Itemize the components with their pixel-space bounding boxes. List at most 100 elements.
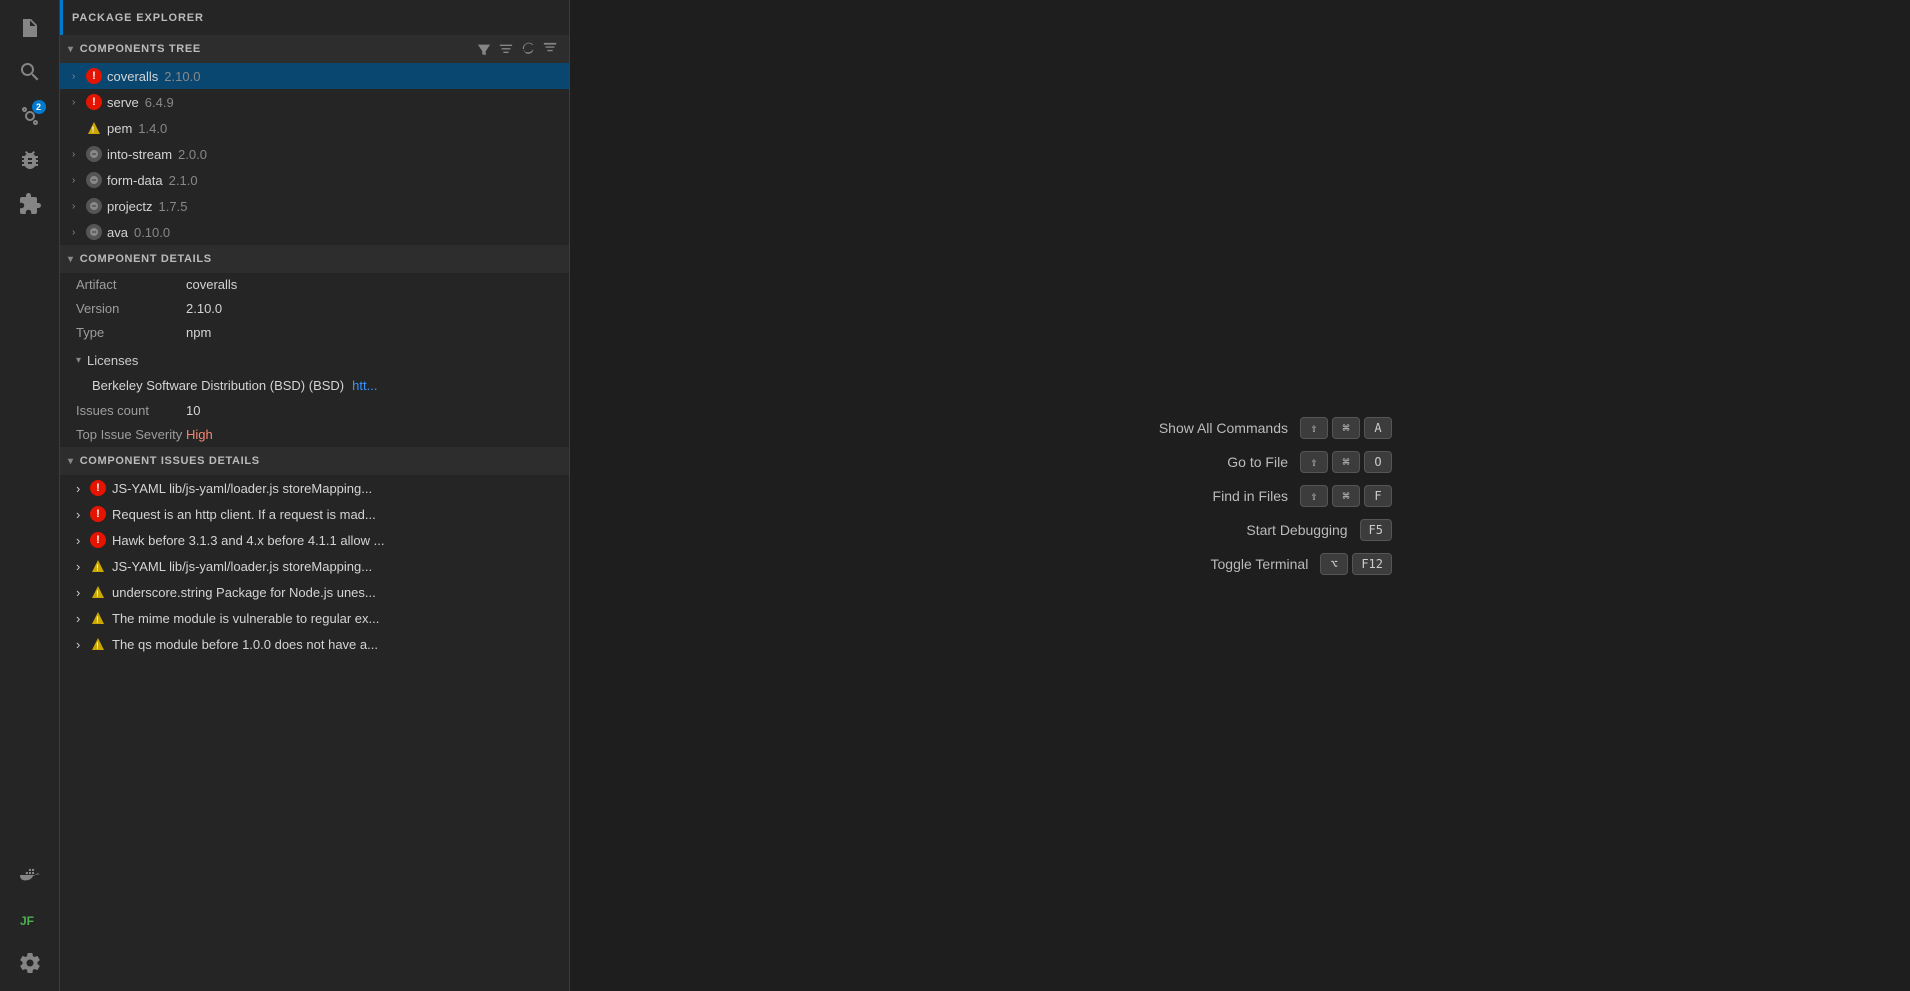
tree-item-name: projectz	[107, 199, 153, 214]
kbd-alt: ⌥	[1320, 553, 1348, 575]
activity-bar: 2 JF	[0, 0, 60, 991]
artifact-value: coveralls	[186, 277, 237, 292]
issue-text: JS-YAML lib/js-yaml/loader.js storeMappi…	[112, 559, 372, 574]
issue-item-6[interactable]: › ! The mime module is vulnerable to reg…	[60, 605, 569, 631]
main-area: Show All Commands ⇧ ⌘ A Go to File ⇧ ⌘ O…	[570, 0, 1910, 991]
chevron-right-icon: ›	[72, 97, 86, 108]
tree-item-into-stream[interactable]: › into-stream 2.0.0	[60, 141, 569, 167]
source-control-icon[interactable]: 2	[10, 96, 50, 136]
licenses-header[interactable]: ▾ Licenses	[60, 347, 569, 373]
version-value: 2.10.0	[186, 301, 222, 316]
files-icon[interactable]	[10, 8, 50, 48]
chevron-right-icon: ›	[72, 175, 86, 186]
extensions-icon[interactable]	[10, 184, 50, 224]
kbd-o: O	[1364, 451, 1392, 473]
tree-item-form-data[interactable]: › form-data 2.1.0	[60, 167, 569, 193]
components-tree-label: COMPONENTS TREE	[80, 43, 201, 55]
settings-icon[interactable]	[10, 943, 50, 983]
tree-item-version: 0.10.0	[134, 225, 170, 240]
svg-text:JF: JF	[20, 914, 34, 928]
issues-count-label: Issues count	[76, 403, 186, 418]
chevron-down-icon: ▾	[68, 456, 74, 467]
command-palette: Show All Commands ⇧ ⌘ A Go to File ⇧ ⌘ O…	[1088, 417, 1392, 575]
tree-item-ava[interactable]: › ava 0.10.0	[60, 219, 569, 245]
component-details-header[interactable]: ▾ COMPONENT DETAILS	[60, 245, 569, 273]
tree-item-version: 2.0.0	[178, 147, 207, 162]
tree-item-version: 2.10.0	[164, 69, 200, 84]
tree-item-name: serve	[107, 95, 139, 110]
neutral-icon	[86, 198, 102, 214]
component-issues-header[interactable]: ▾ COMPONENT ISSUES DETAILS	[60, 447, 569, 475]
kbd-group-1: ⇧ ⌘ A	[1300, 417, 1392, 439]
error-icon: !	[90, 506, 106, 522]
licenses-label: Licenses	[87, 353, 138, 368]
panel-header: PACKAGE EXPLORER	[60, 0, 569, 35]
neutral-icon	[86, 224, 102, 240]
tree-item-name: ava	[107, 225, 128, 240]
jfrog-icon[interactable]: JF	[10, 899, 50, 939]
collapse-action-btn[interactable]	[539, 40, 561, 58]
version-label: Version	[76, 301, 186, 316]
kbd-f5: F5	[1360, 519, 1392, 541]
command-row-3: Find in Files ⇧ ⌘ F	[1088, 485, 1392, 507]
tree-item-name: pem	[107, 121, 132, 136]
type-value: npm	[186, 325, 211, 340]
issue-text: Hawk before 3.1.3 and 4.x before 4.1.1 a…	[112, 533, 384, 548]
license-name: Berkeley Software Distribution (BSD) (BS…	[92, 378, 344, 393]
chevron-icon: ›	[76, 585, 90, 600]
chevron-right-icon: ›	[72, 227, 86, 238]
kbd-shift: ⇧	[1300, 417, 1328, 439]
chevron-icon: ›	[76, 611, 90, 626]
filter-action-btn[interactable]	[473, 40, 495, 58]
component-issues-label: COMPONENT ISSUES DETAILS	[80, 455, 260, 467]
warning-icon: !	[90, 558, 106, 574]
chevron-icon: ›	[76, 533, 90, 548]
error-icon: !	[90, 532, 106, 548]
source-control-badge: 2	[32, 100, 46, 114]
svg-text:!: !	[96, 642, 99, 651]
artifact-label: Artifact	[76, 277, 186, 292]
kbd-shift: ⇧	[1300, 485, 1328, 507]
issue-item-3[interactable]: › ! Hawk before 3.1.3 and 4.x before 4.1…	[60, 527, 569, 553]
tree-item-serve[interactable]: › ! serve 6.4.9	[60, 89, 569, 115]
chevron-icon: ›	[76, 559, 90, 574]
warning-icon: !	[90, 636, 106, 652]
kbd-a: A	[1364, 417, 1392, 439]
search-icon[interactable]	[10, 52, 50, 92]
components-tree-header[interactable]: ▾ COMPONENTS TREE	[60, 35, 569, 63]
kbd-cmd: ⌘	[1332, 485, 1360, 507]
command-label-1: Show All Commands	[1088, 420, 1288, 436]
tree-item-pem[interactable]: ! pem 1.4.0	[60, 115, 569, 141]
issue-item-4[interactable]: › ! JS-YAML lib/js-yaml/loader.js storeM…	[60, 553, 569, 579]
detail-row-top-issue: Top Issue Severity High	[60, 423, 569, 447]
chevron-down-icon: ▾	[68, 254, 74, 265]
tree-container[interactable]: ▾ COMPONENTS TREE › ! coveralls 2.10.0	[60, 35, 569, 991]
detail-row-type: Type npm	[60, 321, 569, 345]
issue-text: The mime module is vulnerable to regular…	[112, 611, 379, 626]
sidebar: PACKAGE EXPLORER ▾ COMPONENTS TREE ›	[60, 0, 570, 991]
chevron-right-icon: ›	[72, 71, 86, 82]
docker-icon[interactable]	[10, 855, 50, 895]
chevron-right-icon: ›	[72, 201, 86, 212]
issue-item-2[interactable]: › ! Request is an http client. If a requ…	[60, 501, 569, 527]
detail-row-issues-count: Issues count 10	[60, 399, 569, 423]
tree-item-version: 1.7.5	[159, 199, 188, 214]
tree-item-coveralls[interactable]: › ! coveralls 2.10.0	[60, 63, 569, 89]
kbd-group-3: ⇧ ⌘ F	[1300, 485, 1392, 507]
kbd-group-5: ⌥ F12	[1320, 553, 1392, 575]
sort-action-btn[interactable]	[495, 40, 517, 58]
refresh-action-btn[interactable]	[517, 40, 539, 58]
issue-item-5[interactable]: › ! underscore.string Package for Node.j…	[60, 579, 569, 605]
debug-icon[interactable]	[10, 140, 50, 180]
chevron-icon: ›	[76, 637, 90, 652]
neutral-icon	[86, 172, 102, 188]
license-link[interactable]: htt...	[352, 378, 377, 393]
chevron-down-icon: ▾	[68, 44, 74, 55]
error-icon: !	[86, 68, 102, 84]
issue-item-1[interactable]: › ! JS-YAML lib/js-yaml/loader.js storeM…	[60, 475, 569, 501]
kbd-f: F	[1364, 485, 1392, 507]
command-label-3: Find in Files	[1088, 488, 1288, 504]
tree-item-projectz[interactable]: › projectz 1.7.5	[60, 193, 569, 219]
tree-item-version: 2.1.0	[169, 173, 198, 188]
issue-item-7[interactable]: › ! The qs module before 1.0.0 does not …	[60, 631, 569, 657]
